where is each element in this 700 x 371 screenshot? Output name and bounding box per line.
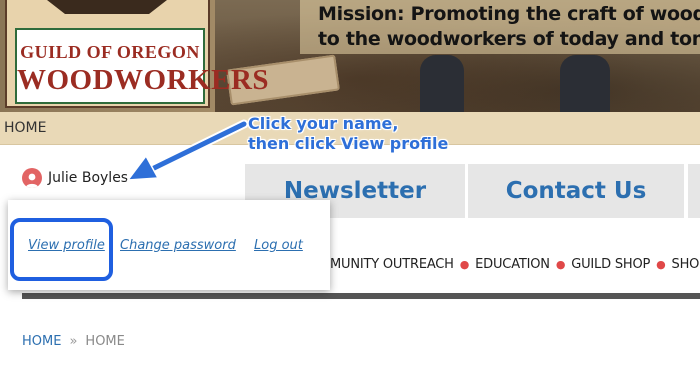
- callout-arrow-icon: [126, 119, 249, 181]
- logo-sign: GUILD OF OREGON WOODWORKERS: [15, 28, 270, 104]
- breadcrumb-home-link[interactable]: HOME: [22, 334, 61, 349]
- menu-divider: [22, 293, 700, 299]
- user-name[interactable]: Julie Boyles: [48, 170, 128, 186]
- breadcrumb: HOME » HOME: [22, 334, 125, 349]
- contact-us-button[interactable]: Contact Us: [468, 164, 684, 218]
- main-menu: MUNITY OUTREACH ● EDUCATION ● GUILD SHOP ● SHO…: [330, 257, 700, 272]
- menu-item-shop[interactable]: SHOP: [672, 257, 700, 272]
- mission-statement: Mission: Promoting the craft of woodw to…: [318, 2, 700, 52]
- log-out-link[interactable]: Log out: [254, 238, 303, 253]
- breadcrumb-separator: »: [69, 334, 78, 349]
- header-photo-person: [420, 55, 464, 112]
- breadcrumb-current: HOME: [85, 334, 125, 349]
- site-logo[interactable]: GUILD OF OREGON WOODWORKERS: [5, 0, 270, 108]
- view-profile-highlight: [10, 218, 113, 281]
- home-link[interactable]: HOME: [4, 120, 46, 136]
- logo-roof-graphic: [47, 0, 167, 14]
- partial-button[interactable]: [688, 164, 700, 218]
- change-password-link[interactable]: Change password: [120, 238, 236, 253]
- callout-line-1: Click your name,: [248, 114, 399, 133]
- logo-text-guild: GUILD OF OREGON: [20, 42, 200, 62]
- site-header: Mission: Promoting the craft of woodw to…: [0, 0, 700, 112]
- header-photo-person: [560, 55, 610, 112]
- mission-line-1: Mission: Promoting the craft of woodw: [318, 3, 700, 25]
- menu-item-education[interactable]: EDUCATION: [475, 257, 550, 272]
- menu-item-guild-shop[interactable]: GUILD SHOP: [571, 257, 650, 272]
- callout-line-2: then click View profile: [248, 134, 449, 153]
- user-icon: [22, 168, 42, 188]
- menu-item-community-outreach[interactable]: MUNITY OUTREACH: [330, 257, 454, 272]
- logo-text-woodworkers: WOODWORKERS: [17, 64, 270, 96]
- mission-line-2: to the woodworkers of today and tomo: [318, 28, 700, 50]
- menu-separator: ●: [459, 258, 470, 271]
- menu-separator: ●: [555, 258, 566, 271]
- menu-separator: ●: [656, 258, 666, 271]
- user-menu-toggle[interactable]: Julie Boyles: [22, 167, 128, 189]
- instruction-callout: Click your name, then click View profile: [248, 114, 448, 154]
